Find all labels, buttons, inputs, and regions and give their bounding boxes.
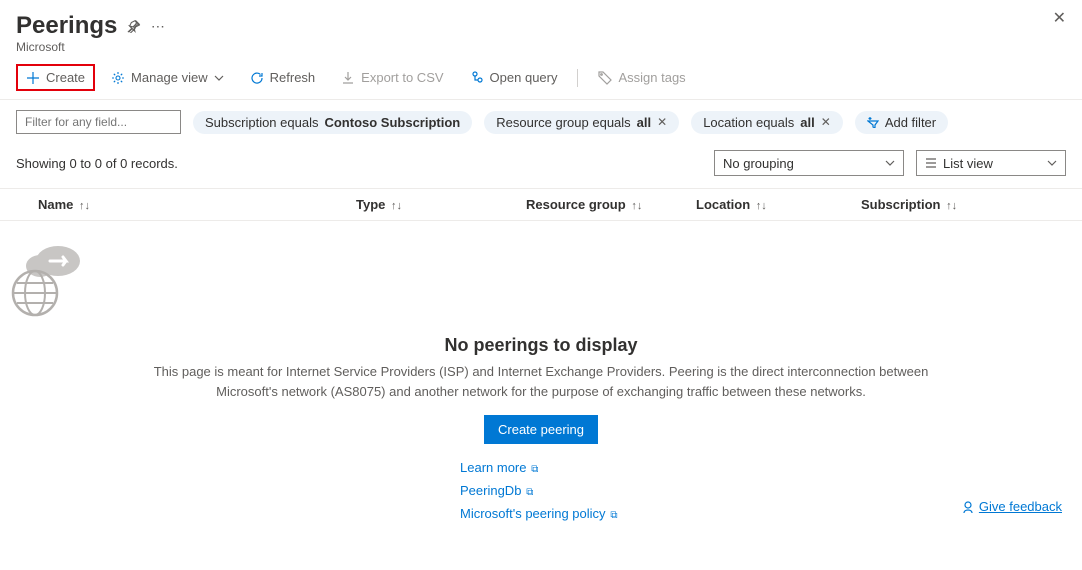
query-icon — [470, 71, 484, 85]
command-bar: Create Manage view Refresh Export to CSV… — [0, 58, 1082, 100]
give-feedback-link[interactable]: Give feedback — [961, 499, 1062, 514]
peeringdb-link[interactable]: PeeringDb ⧉ — [460, 483, 1082, 498]
open-query-button[interactable]: Open query — [460, 64, 568, 91]
refresh-button[interactable]: Refresh — [240, 64, 326, 91]
remove-filter-icon[interactable]: ✕ — [657, 115, 667, 129]
manage-view-label: Manage view — [131, 70, 208, 85]
toolbar-separator — [577, 69, 578, 87]
close-icon[interactable]: ✕ — [1053, 8, 1066, 28]
refresh-icon — [250, 71, 264, 85]
filter-rg-value: all — [637, 115, 651, 130]
filter-sub-label: Subscription equals — [205, 115, 318, 130]
filter-rg-label: Resource group equals — [496, 115, 630, 130]
empty-description: This page is meant for Internet Service … — [131, 362, 951, 401]
page-title: Peerings — [16, 12, 117, 40]
column-subscription[interactable]: Subscription ↑↓ — [861, 197, 1066, 212]
filter-loc-label: Location equals — [703, 115, 794, 130]
filter-pill-resource-group[interactable]: Resource group equals all ✕ — [484, 111, 679, 134]
grouping-value: No grouping — [723, 156, 794, 171]
record-count: Showing 0 to 0 of 0 records. — [16, 156, 178, 171]
column-type[interactable]: Type ↑↓ — [356, 197, 526, 212]
column-name[interactable]: Name ↑↓ — [16, 197, 356, 212]
filter-pill-location[interactable]: Location equals all ✕ — [691, 111, 843, 134]
filter-loc-value: all — [800, 115, 814, 130]
refresh-label: Refresh — [270, 70, 316, 85]
page-subtitle: Microsoft — [16, 40, 1066, 54]
empty-state: No peerings to display This page is mean… — [0, 221, 1082, 521]
filter-bar: Subscription equals Contoso Subscription… — [0, 100, 1082, 142]
remove-filter-icon[interactable]: ✕ — [821, 115, 831, 129]
feedback-label: Give feedback — [979, 499, 1062, 514]
external-link-icon: ⧉ — [608, 510, 618, 521]
column-location[interactable]: Location ↑↓ — [696, 197, 861, 212]
export-csv-button: Export to CSV — [331, 64, 453, 91]
sort-icon: ↑↓ — [756, 200, 767, 212]
chevron-down-icon — [885, 158, 895, 168]
column-resource-group[interactable]: Resource group ↑↓ — [526, 197, 696, 212]
create-label: Create — [46, 70, 85, 85]
list-icon — [925, 157, 937, 169]
download-icon — [341, 71, 355, 85]
table-header: Name ↑↓ Type ↑↓ Resource group ↑↓ Locati… — [0, 188, 1082, 221]
tag-icon — [598, 71, 612, 85]
external-link-icon: ⧉ — [523, 487, 533, 498]
assign-tags-label: Assign tags — [618, 70, 685, 85]
assign-tags-button: Assign tags — [588, 64, 695, 91]
chevron-down-icon — [214, 73, 224, 83]
empty-illustration — [0, 241, 1082, 321]
sort-icon: ↑↓ — [79, 200, 90, 212]
manage-view-button[interactable]: Manage view — [101, 64, 234, 91]
plus-icon — [26, 71, 40, 85]
chevron-down-icon — [1047, 158, 1057, 168]
sort-icon: ↑↓ — [631, 200, 642, 212]
filter-add-icon — [867, 116, 879, 128]
add-filter-label: Add filter — [885, 115, 936, 130]
filter-sub-value: Contoso Subscription — [324, 115, 460, 130]
view-mode-value: List view — [943, 156, 993, 171]
create-button[interactable]: Create — [16, 64, 95, 91]
create-peering-button[interactable]: Create peering — [484, 415, 598, 444]
page-header: Peerings ⋯ Microsoft ✕ — [0, 0, 1082, 58]
grouping-dropdown[interactable]: No grouping — [714, 150, 904, 176]
sort-icon: ↑↓ — [946, 200, 957, 212]
add-filter-button[interactable]: Add filter — [855, 111, 948, 134]
empty-title: No peerings to display — [0, 335, 1082, 356]
pin-icon[interactable] — [127, 19, 141, 33]
filter-pill-subscription[interactable]: Subscription equals Contoso Subscription — [193, 111, 472, 134]
more-icon[interactable]: ⋯ — [151, 19, 165, 33]
status-bar: Showing 0 to 0 of 0 records. No grouping… — [0, 142, 1082, 188]
feedback-icon — [961, 500, 975, 514]
external-link-icon: ⧉ — [528, 464, 538, 475]
sort-icon: ↑↓ — [391, 200, 402, 212]
open-query-label: Open query — [490, 70, 558, 85]
view-mode-dropdown[interactable]: List view — [916, 150, 1066, 176]
filter-input[interactable] — [16, 110, 181, 134]
gear-icon — [111, 71, 125, 85]
export-csv-label: Export to CSV — [361, 70, 443, 85]
learn-more-link[interactable]: Learn more ⧉ — [460, 460, 1082, 475]
